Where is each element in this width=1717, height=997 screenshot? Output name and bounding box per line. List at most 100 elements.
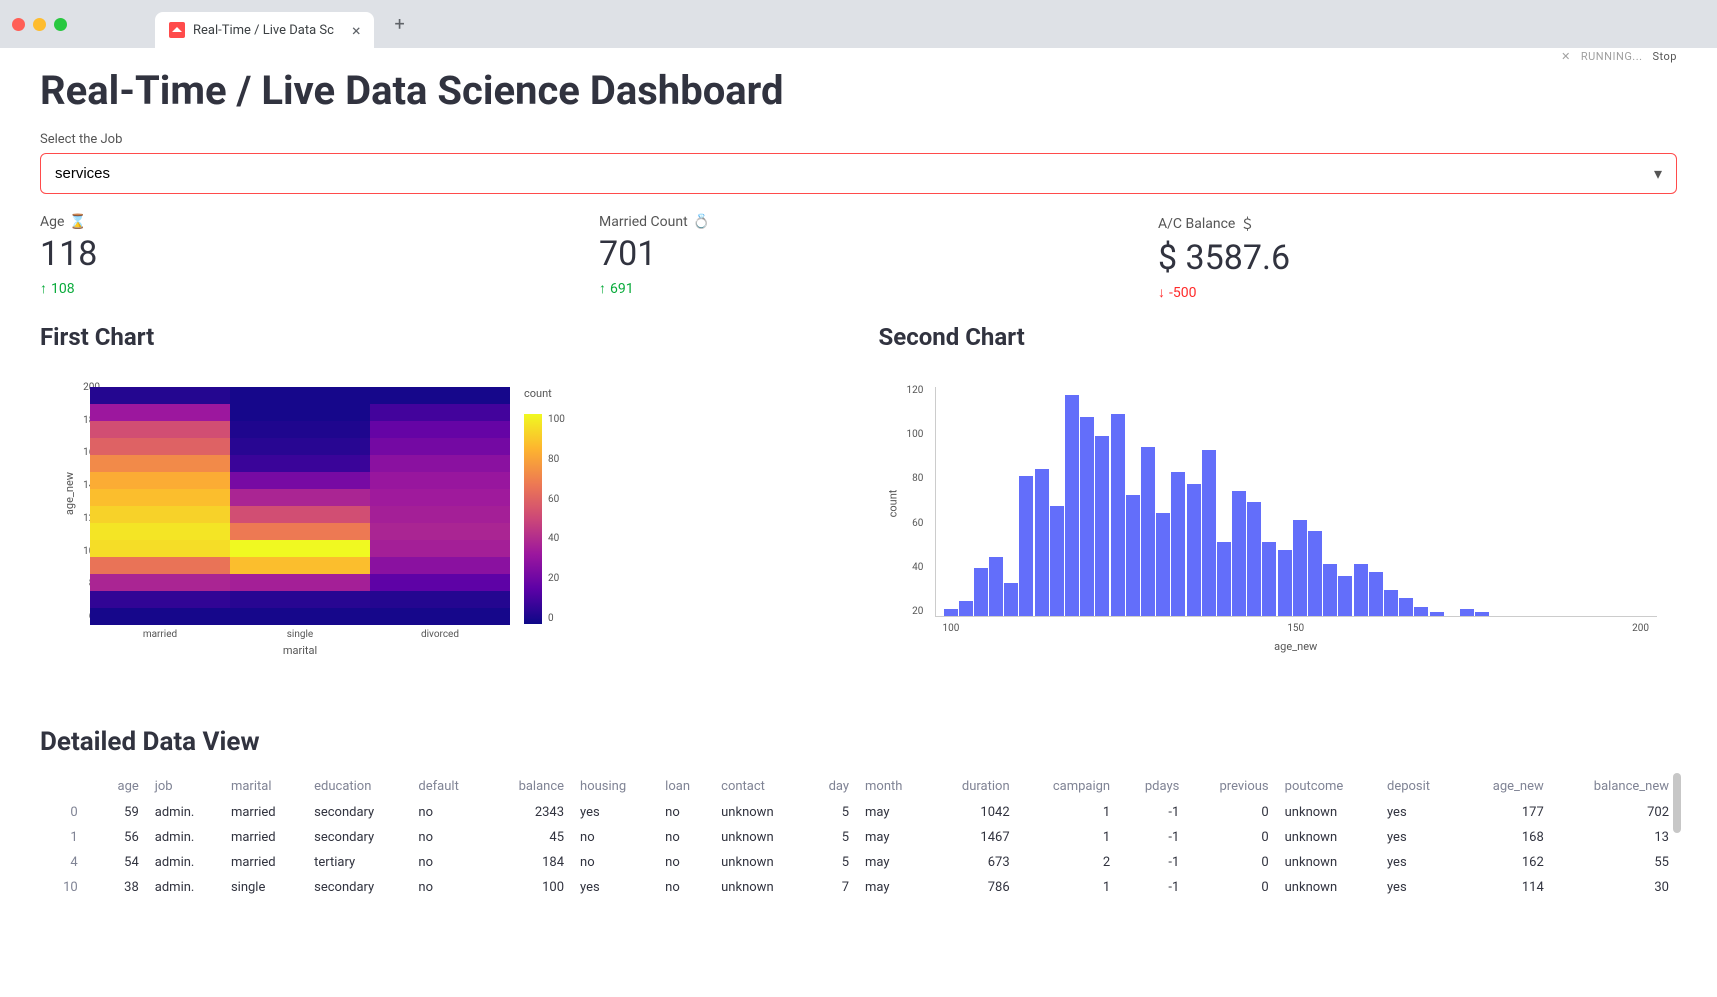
first-chart-area[interactable]: age_new 2001801601401201008060 count 100… <box>40 367 839 687</box>
table-cell: yes <box>1379 825 1460 850</box>
heat-cell <box>90 608 230 625</box>
table-cell: 184 <box>488 850 572 875</box>
window-controls <box>12 18 67 31</box>
heat-cell <box>370 489 510 506</box>
browser-tab[interactable]: Real-Time / Live Data Sc × <box>155 12 374 48</box>
table-cell: may <box>857 850 930 875</box>
heat-cell <box>230 608 370 625</box>
heat-cell <box>90 404 230 421</box>
table-cell: admin. <box>147 800 223 825</box>
table-row[interactable]: 156admin.marriedsecondaryno45nonounknown… <box>40 825 1677 850</box>
column-header[interactable]: loan <box>657 773 713 800</box>
column-header[interactable]: duration <box>930 773 1017 800</box>
table-cell: no <box>410 850 487 875</box>
histogram-bar <box>989 557 1003 616</box>
table-cell: unknown <box>1277 800 1379 825</box>
table-body: 059admin.marriedsecondaryno2343yesnounkn… <box>40 800 1677 900</box>
first-chart-title: First Chart <box>40 323 839 351</box>
table-cell: 702 <box>1552 800 1677 825</box>
column-header[interactable]: balance <box>488 773 572 800</box>
table-cell: no <box>657 875 713 900</box>
heatmap-x-axis-label: marital <box>90 644 510 657</box>
column-header[interactable]: job <box>147 773 223 800</box>
table-cell: -1 <box>1118 850 1187 875</box>
table-cell: 45 <box>488 825 572 850</box>
colorbar: count 100806040200 <box>524 387 565 624</box>
table-row[interactable]: 454admin.marriedtertiaryno184nonounknown… <box>40 850 1677 875</box>
table-cell: secondary <box>306 825 410 850</box>
heat-cell <box>370 557 510 574</box>
histogram-bar <box>1156 513 1170 616</box>
second-chart-area[interactable]: count 12010080604020 100150200 age_new <box>879 367 1678 687</box>
column-header[interactable] <box>40 773 96 800</box>
job-select-input[interactable] <box>55 165 1654 182</box>
histogram-bar <box>1475 612 1489 616</box>
column-header[interactable]: previous <box>1187 773 1276 800</box>
column-header[interactable]: campaign <box>1018 773 1118 800</box>
page-title: Real-Time / Live Data Science Dashboard <box>40 67 1677 114</box>
column-header[interactable]: housing <box>572 773 657 800</box>
table-container[interactable]: agejobmaritaleducationdefaultbalancehous… <box>40 773 1677 900</box>
table-cell: admin. <box>147 875 223 900</box>
second-chart-title: Second Chart <box>879 323 1678 351</box>
column-header[interactable]: pdays <box>1118 773 1187 800</box>
table-cell: 4 <box>40 850 96 875</box>
metric-delta: ↓ -500 <box>1158 284 1677 301</box>
column-header[interactable]: contact <box>713 773 807 800</box>
second-chart-block: Second Chart count 12010080604020 100150… <box>879 323 1678 687</box>
column-header[interactable]: age_new <box>1460 773 1552 800</box>
minimize-window-button[interactable] <box>33 18 46 31</box>
table-row[interactable]: 1038admin.singlesecondaryno100yesnounkno… <box>40 875 1677 900</box>
metric-label: A/C Balance ＄ <box>1158 214 1677 234</box>
close-tab-icon[interactable]: × <box>352 21 361 40</box>
table-cell: no <box>657 825 713 850</box>
metric-card: Age ⌛ 118 ↑ 108 <box>40 214 559 301</box>
histogram-bar <box>974 568 988 616</box>
histogram-bar <box>1141 447 1155 616</box>
arrow-up-icon: ↑ <box>599 280 606 297</box>
column-header[interactable]: day <box>807 773 857 800</box>
new-tab-button[interactable]: + <box>394 14 404 35</box>
column-header[interactable]: poutcome <box>1277 773 1379 800</box>
table-title: Detailed Data View <box>40 727 1677 757</box>
column-header[interactable]: age <box>96 773 147 800</box>
column-header[interactable]: balance_new <box>1552 773 1677 800</box>
close-window-button[interactable] <box>12 18 25 31</box>
metric-label: Married Count 💍 <box>599 214 1118 230</box>
heat-cell <box>90 387 230 404</box>
job-select[interactable]: ▾ <box>40 153 1677 194</box>
charts-row: First Chart age_new 20018016014012010080… <box>40 323 1677 687</box>
table-cell: admin. <box>147 850 223 875</box>
heat-cell <box>90 591 230 608</box>
histogram-bar <box>1187 484 1201 616</box>
table-cell: 59 <box>96 800 147 825</box>
column-header[interactable]: deposit <box>1379 773 1460 800</box>
table-cell: 0 <box>1187 875 1276 900</box>
heat-cell <box>90 574 230 591</box>
table-cell: 1 <box>1018 875 1118 900</box>
arrow-up-icon: ↑ <box>40 280 47 297</box>
heat-cell <box>230 574 370 591</box>
histogram-bar <box>1080 417 1094 616</box>
column-header[interactable]: month <box>857 773 930 800</box>
heat-cell <box>370 608 510 625</box>
histogram-bar <box>1399 598 1413 616</box>
histogram-bar <box>1065 395 1079 616</box>
heat-cell <box>90 523 230 540</box>
table-cell: -1 <box>1118 800 1187 825</box>
histogram-bar <box>1323 564 1337 616</box>
maximize-window-button[interactable] <box>54 18 67 31</box>
vertical-scrollbar-thumb[interactable] <box>1673 773 1681 833</box>
column-header[interactable]: education <box>306 773 410 800</box>
table-cell: unknown <box>1277 850 1379 875</box>
histogram-bar <box>1111 414 1125 616</box>
histogram-bar <box>1460 609 1474 616</box>
table-row[interactable]: 059admin.marriedsecondaryno2343yesnounkn… <box>40 800 1677 825</box>
heat-cell <box>370 506 510 523</box>
column-header[interactable]: marital <box>223 773 306 800</box>
stop-button[interactable]: Stop <box>1653 50 1677 63</box>
metric-card: A/C Balance ＄ $ 3587.6 ↓ -500 <box>1158 214 1677 301</box>
heat-cell <box>370 404 510 421</box>
column-header[interactable]: default <box>410 773 487 800</box>
heat-cell <box>370 523 510 540</box>
